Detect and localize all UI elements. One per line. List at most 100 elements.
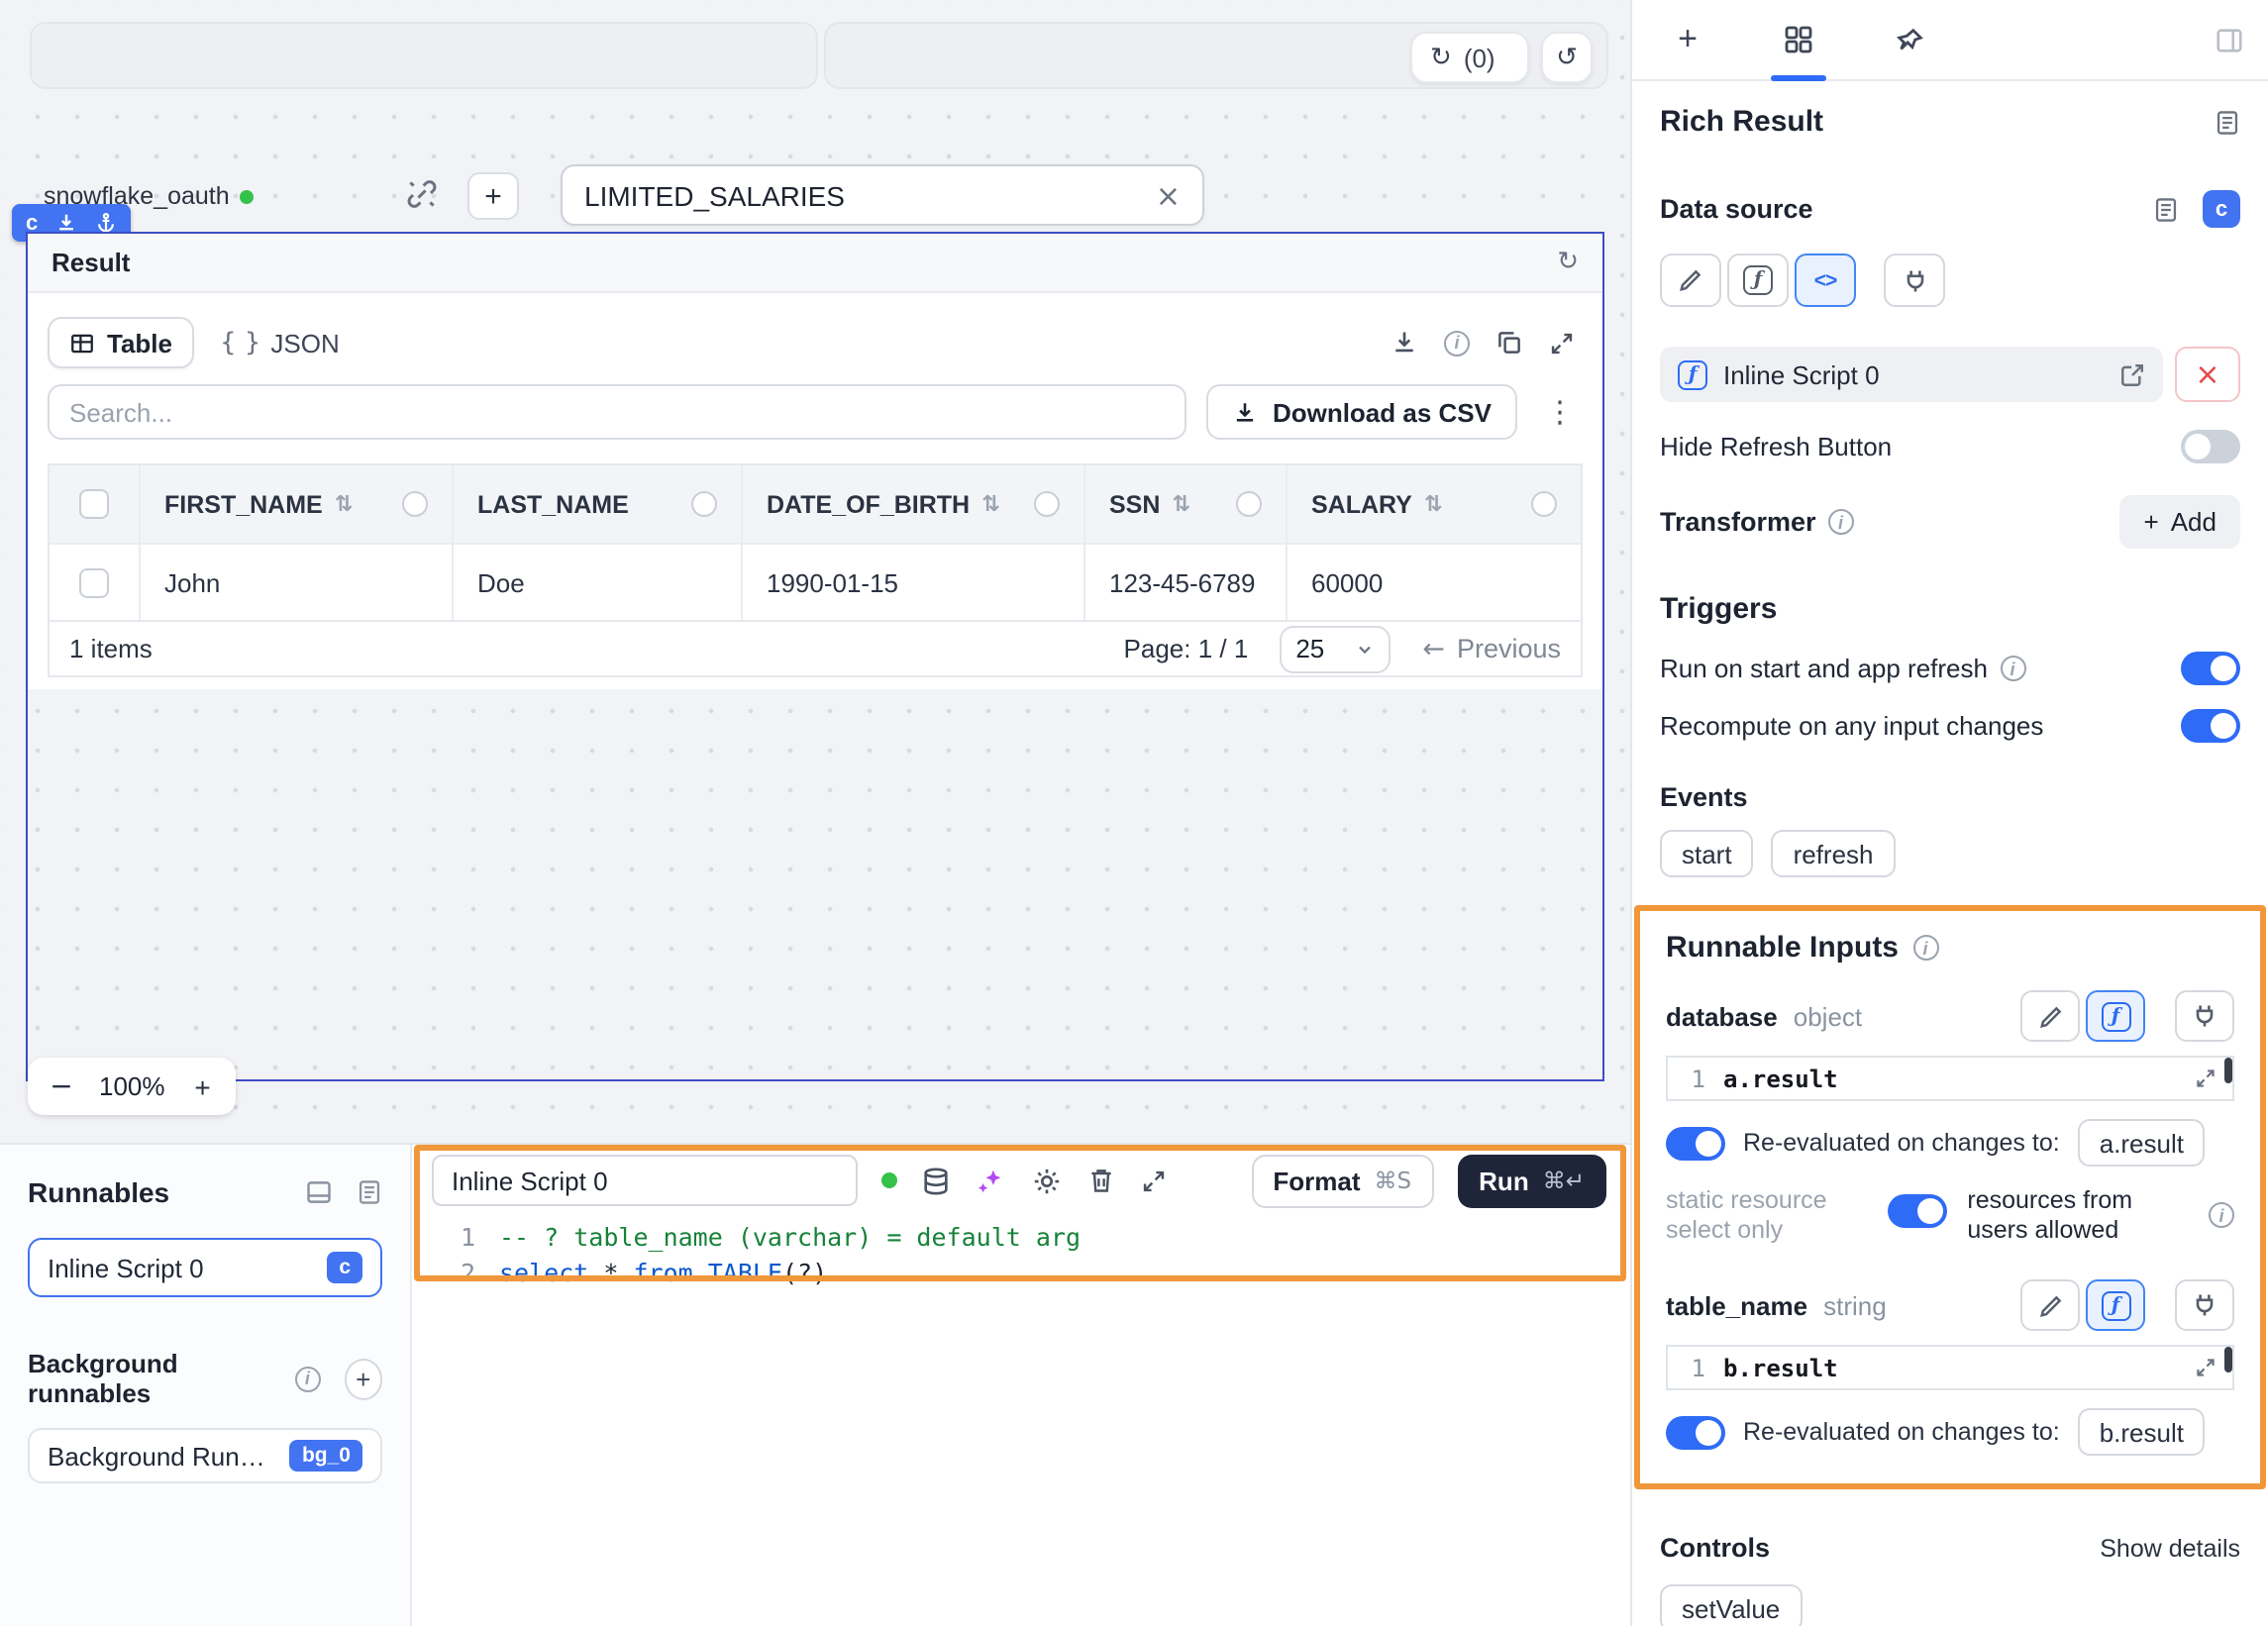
info-icon[interactable]: i: [294, 1366, 320, 1391]
tab-table[interactable]: Table: [48, 317, 194, 368]
add-transformer-button[interactable]: + Add: [2120, 495, 2240, 549]
fullscreen-icon[interactable]: [1549, 330, 1575, 356]
info-icon[interactable]: i: [1444, 330, 1470, 356]
format-button[interactable]: Format ⌘S: [1251, 1154, 1433, 1207]
linked-script[interactable]: ƒ Inline Script 0: [1660, 347, 2163, 402]
show-details-link[interactable]: Show details: [2100, 1534, 2240, 1562]
reeval-toggle[interactable]: [1666, 1126, 1725, 1160]
sort-icon[interactable]: ⇅: [335, 491, 353, 517]
expand-icon[interactable]: [1141, 1168, 1167, 1193]
column-header[interactable]: SSN ⇅: [1085, 465, 1288, 543]
history-button[interactable]: ↺: [1541, 32, 1593, 83]
reeval-target-chip[interactable]: a.result: [2078, 1119, 2206, 1167]
docs-icon[interactable]: [357, 1178, 382, 1206]
run-on-start-toggle[interactable]: [2181, 652, 2240, 685]
info-icon[interactable]: i: [1912, 935, 1938, 961]
code-editor-area[interactable]: 1 -- ? table_name (varchar) = default ar…: [412, 1220, 1630, 1291]
column-circle-icon[interactable]: [1236, 491, 1262, 517]
column-circle-icon[interactable]: [402, 491, 428, 517]
kebab-menu-icon[interactable]: ⋮: [1545, 394, 1575, 430]
controls-heading: Controls: [1660, 1533, 1770, 1563]
background-runnable-item[interactable]: Background Runna... bg_0: [28, 1428, 382, 1483]
column-header[interactable]: LAST_NAME: [454, 465, 743, 543]
reeval-target-chip[interactable]: b.result: [2078, 1408, 2206, 1456]
info-icon[interactable]: i: [2209, 1202, 2234, 1228]
function-mode-button[interactable]: ƒ: [1727, 254, 1789, 307]
tab-pin[interactable]: [1854, 0, 1965, 79]
remove-script-button[interactable]: ×: [2175, 347, 2240, 402]
expand-icon[interactable]: [2195, 1067, 2216, 1089]
plug-connect-button[interactable]: [2175, 990, 2234, 1042]
column-circle-icon[interactable]: [1034, 491, 1060, 517]
panel-layout-icon[interactable]: [305, 1178, 333, 1206]
download-csv-button[interactable]: Download as CSV: [1207, 384, 1517, 440]
external-link-icon[interactable]: [2119, 361, 2145, 387]
add-component-button[interactable]: +: [467, 172, 519, 220]
result-component[interactable]: Result ↻ Table { } JSON: [26, 232, 1604, 1081]
collapse-panel-icon[interactable]: [2215, 25, 2244, 54]
add-background-runnable-button[interactable]: +: [344, 1358, 382, 1399]
scrollbar-thumb[interactable]: [2224, 1058, 2232, 1083]
column-circle-icon[interactable]: [691, 491, 717, 517]
tab-json[interactable]: { } JSON: [220, 328, 340, 357]
canvas[interactable]: ↻ (0) ↺ snowflake_oauth c + ×: [0, 0, 1630, 1143]
input-code-editor[interactable]: 1 a.result: [1666, 1056, 2234, 1101]
script-name-input[interactable]: [432, 1155, 858, 1206]
download-icon[interactable]: [1391, 329, 1418, 356]
reeval-toggle[interactable]: [1666, 1415, 1725, 1449]
settings-gear-icon[interactable]: [1032, 1166, 1062, 1195]
scrollbar-thumb[interactable]: [2224, 1347, 2232, 1372]
plug-connect-button[interactable]: [2175, 1279, 2234, 1331]
event-chip-start[interactable]: start: [1660, 830, 1754, 877]
refresh-icon[interactable]: ↻: [1557, 248, 1579, 277]
runnable-item[interactable]: Inline Script 0 c: [28, 1238, 382, 1297]
database-icon[interactable]: [921, 1166, 951, 1195]
sort-icon[interactable]: ⇅: [981, 491, 999, 517]
zoom-in-button[interactable]: +: [175, 1070, 231, 1102]
edit-pencil-button[interactable]: [2020, 990, 2080, 1042]
info-icon[interactable]: i: [2000, 656, 2025, 681]
plug-connect-button[interactable]: [1884, 254, 1945, 307]
download-icon[interactable]: [55, 212, 77, 234]
resources-from-users-toggle[interactable]: [1888, 1194, 1947, 1228]
tab-components[interactable]: [1743, 0, 1854, 79]
input-code-editor[interactable]: 1 b.result: [1666, 1345, 2234, 1390]
function-mode-button[interactable]: ƒ: [2086, 1279, 2145, 1331]
docs-icon[interactable]: [2215, 108, 2240, 136]
hide-refresh-toggle[interactable]: [2181, 430, 2240, 463]
unlink-icon[interactable]: [404, 176, 440, 212]
previous-page-button[interactable]: ← Previous: [1422, 633, 1561, 664]
zoom-out-button[interactable]: −: [34, 1070, 89, 1102]
column-header[interactable]: FIRST_NAME ⇅: [141, 465, 454, 543]
row-checkbox[interactable]: [79, 567, 109, 597]
ai-wand-icon[interactable]: [977, 1166, 1006, 1195]
tab-add[interactable]: +: [1632, 0, 1743, 79]
sort-icon[interactable]: ⇅: [1172, 491, 1189, 517]
event-chip-refresh[interactable]: refresh: [1772, 830, 1896, 877]
set-value-chip[interactable]: setValue: [1660, 1584, 1802, 1626]
table-row[interactable]: John Doe 1990-01-15 123-45-6789 60000: [50, 543, 1581, 620]
search-input[interactable]: [48, 384, 1187, 440]
clear-input-icon[interactable]: ×: [1156, 177, 1181, 213]
background-runnables-header: Background runnables i +: [28, 1349, 382, 1408]
edit-pencil-button[interactable]: [1660, 254, 1721, 307]
code-mode-button[interactable]: <>: [1795, 254, 1856, 307]
trash-icon[interactable]: [1087, 1167, 1115, 1194]
column-header[interactable]: DATE_OF_BIRTH ⇅: [743, 465, 1085, 543]
sort-icon[interactable]: ⇅: [1424, 491, 1442, 517]
refresh-count-button[interactable]: ↻ (0): [1410, 32, 1529, 83]
page-size-select[interactable]: 25: [1280, 625, 1391, 672]
info-icon[interactable]: i: [1828, 509, 1854, 535]
table-name-input[interactable]: [584, 179, 1156, 211]
column-header[interactable]: SALARY ⇅: [1288, 465, 1581, 543]
recompute-toggle[interactable]: [2181, 709, 2240, 743]
select-all-checkbox[interactable]: [79, 489, 109, 519]
edit-pencil-button[interactable]: [2020, 1279, 2080, 1331]
column-circle-icon[interactable]: [1531, 491, 1557, 517]
docs-icon[interactable]: [2153, 195, 2179, 223]
clipboard-icon[interactable]: [1495, 329, 1523, 356]
function-mode-button[interactable]: ƒ: [2086, 990, 2145, 1042]
anchor-icon[interactable]: [95, 212, 117, 234]
run-button[interactable]: Run ⌘↵: [1457, 1154, 1606, 1207]
expand-icon[interactable]: [2195, 1357, 2216, 1378]
